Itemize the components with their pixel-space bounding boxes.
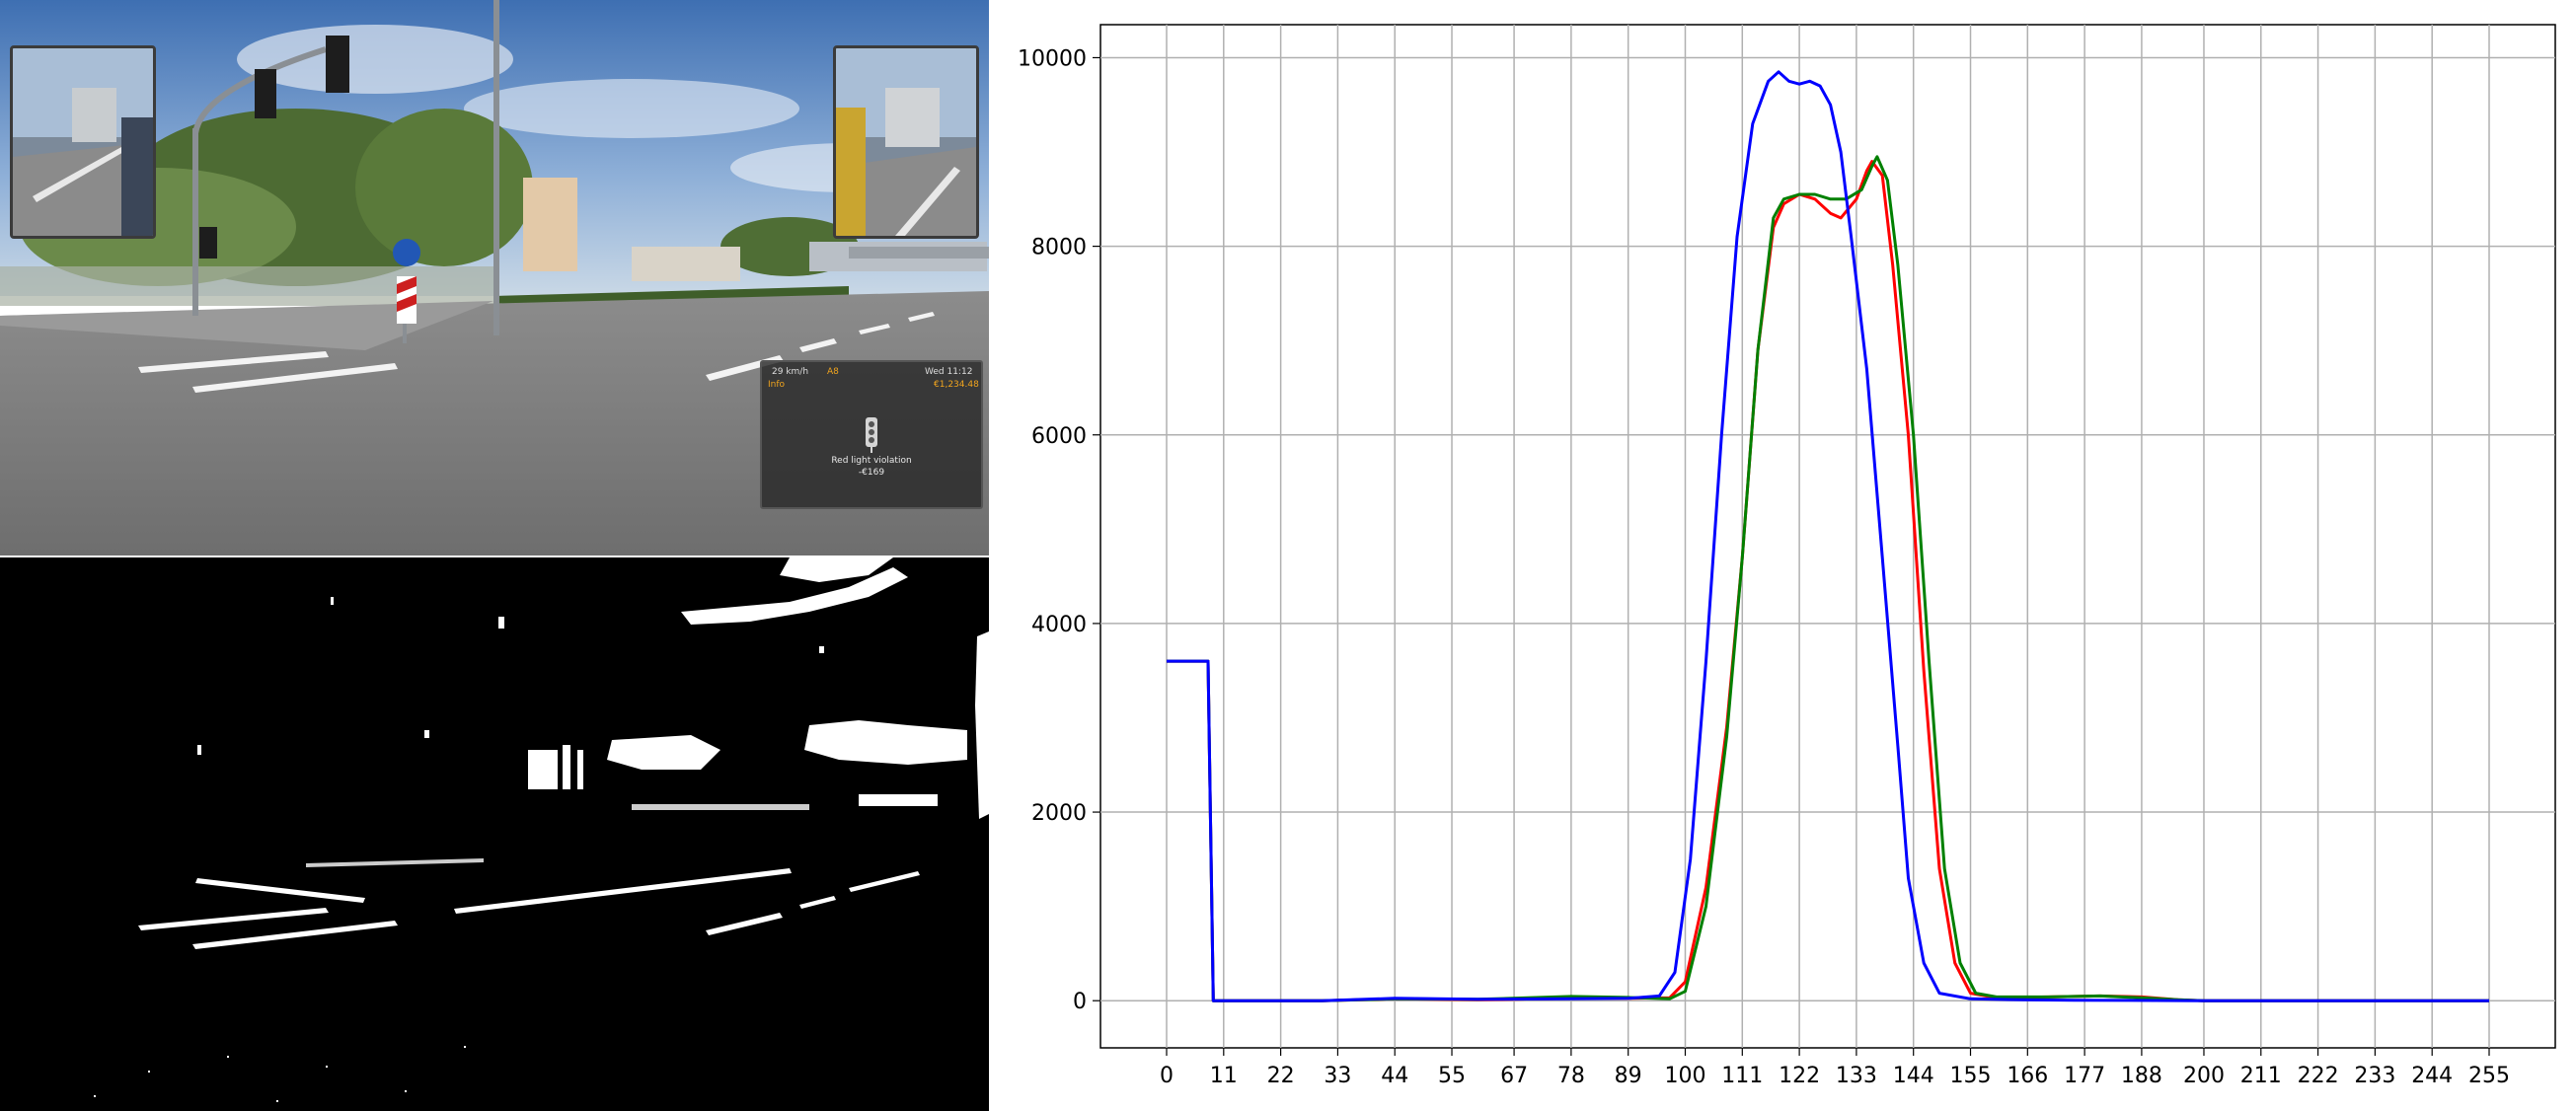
histogram-plot: 0 11 22 33 44 55 67 78 89 100 111 122 133 144 155 166 17…: [1018, 24, 2556, 1088]
x-tick-label: 100: [1664, 1064, 1705, 1088]
x-tick-label: 67: [1500, 1064, 1528, 1088]
hud-info-label: Info: [768, 380, 786, 390]
x-tick-label: 166: [2007, 1064, 2048, 1088]
x-tick-label: 11: [1210, 1064, 1238, 1088]
y-tick-label: 10000: [1018, 46, 1087, 71]
y-tick-label: 2000: [1031, 801, 1087, 826]
hud-cruise: A8: [827, 367, 839, 377]
hud-money: €1,234.48: [934, 380, 979, 390]
hud-message: Red light violation: [831, 456, 912, 466]
game-view: 29 km/h A8 Wed 11:12 Info €1,234.48 Red …: [0, 0, 989, 556]
histogram-chart: 0 11 22 33 44 55 67 78 89 100 111 122 133 144 155 166 17…: [990, 0, 2576, 1111]
right-mirror: [833, 45, 979, 239]
x-tick-label: 33: [1324, 1064, 1351, 1088]
x-tick-label: 222: [2298, 1064, 2339, 1088]
threshold-mask-view: [0, 557, 989, 1111]
hud-time: Wed 11:12: [925, 367, 973, 377]
x-tick-label: 0: [1160, 1064, 1174, 1088]
right-mirror-image: [836, 48, 976, 236]
hud-fine: -€169: [858, 468, 885, 478]
x-tick-label: 255: [2468, 1064, 2510, 1088]
y-tick-label: 6000: [1031, 424, 1087, 449]
x-tick-label: 55: [1438, 1064, 1466, 1088]
x-tick-label: 177: [2064, 1064, 2105, 1088]
x-tick-label: 133: [1836, 1064, 1877, 1088]
y-tick-label: 4000: [1031, 613, 1087, 637]
x-tick-label: 244: [2411, 1064, 2453, 1088]
x-tick-label: 155: [1950, 1064, 1992, 1088]
x-tick-label: 144: [1893, 1064, 1934, 1088]
x-tick-label: 44: [1381, 1064, 1408, 1088]
x-tick-label: 211: [2240, 1064, 2282, 1088]
x-tick-label: 78: [1557, 1064, 1585, 1088]
plot-area: [1099, 24, 2556, 1049]
hud-speed: 29 km/h: [772, 367, 809, 377]
y-axis-ticks: 0 2000 4000 6000 8000 10000: [1018, 46, 1100, 1014]
y-tick-label: 8000: [1031, 236, 1087, 260]
y-tick-label: 0: [1073, 990, 1087, 1014]
x-tick-label: 233: [2354, 1064, 2395, 1088]
threshold-mask-image: [0, 557, 989, 1111]
x-tick-label: 22: [1267, 1064, 1295, 1088]
traffic-light-icon: [866, 417, 877, 453]
left-mirror: [10, 45, 156, 239]
left-mirror-image: [13, 48, 153, 236]
x-tick-label: 111: [1721, 1064, 1763, 1088]
hud-panel: 29 km/h A8 Wed 11:12 Info €1,234.48 Red …: [760, 360, 983, 509]
x-tick-label: 122: [1779, 1064, 1820, 1088]
x-tick-label: 89: [1615, 1064, 1642, 1088]
x-axis-ticks: 0 11 22 33 44 55 67 78 89 100 111 122 133 144 155 166 17…: [1160, 1048, 2510, 1088]
x-tick-label: 188: [2121, 1064, 2162, 1088]
x-tick-label: 200: [2183, 1064, 2225, 1088]
